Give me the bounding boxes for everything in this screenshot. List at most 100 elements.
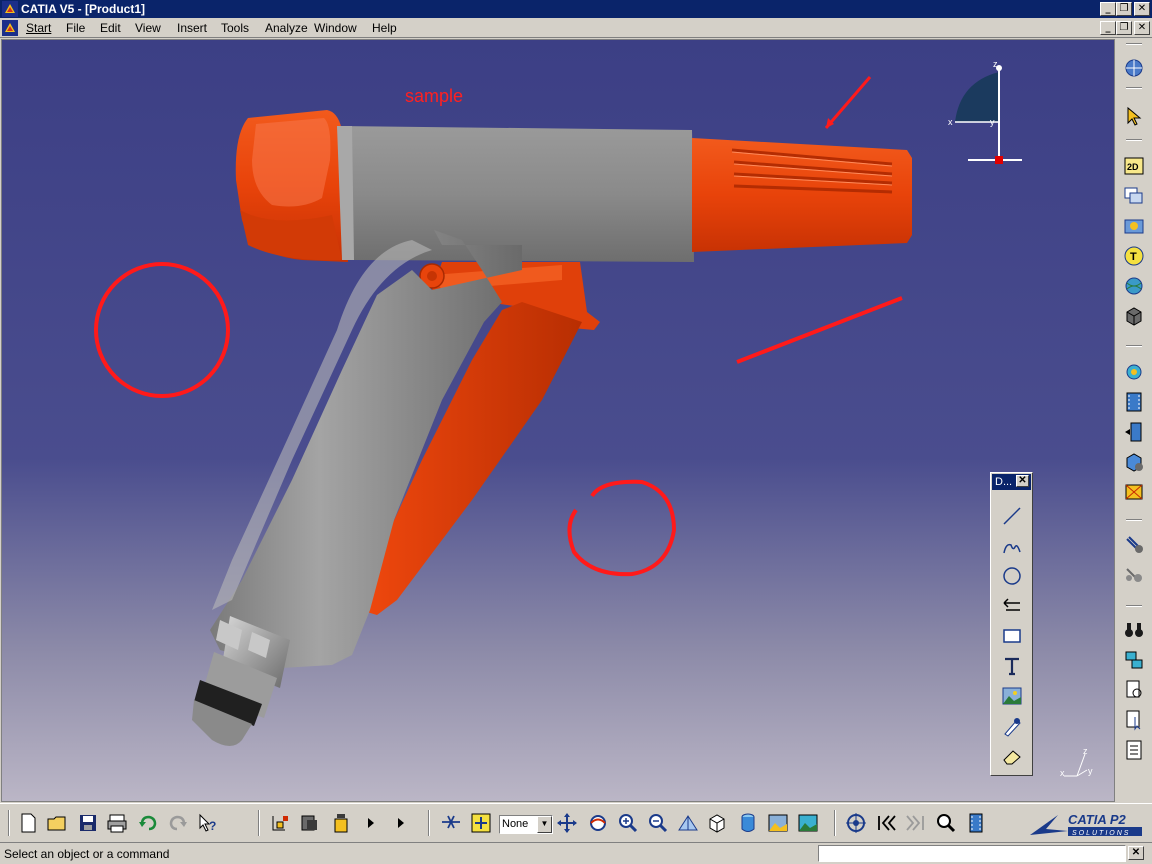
rear-cap[interactable] [235,110,348,262]
text-icon[interactable] [1001,655,1023,677]
menu-edit[interactable]: Edit [100,21,121,35]
fly-icon[interactable] [440,812,462,834]
search-icon[interactable] [935,812,957,834]
globe-icon[interactable] [1123,275,1145,297]
gear-sphere-icon[interactable] [1123,361,1145,383]
3d-scene: z x y z x y [94,59,1093,778]
film-clip-icon[interactable] [965,812,987,834]
menu-help[interactable]: Help [372,21,397,35]
pen-icon[interactable] [1001,715,1023,737]
drawing-toolbar[interactable]: D... ✕ [990,472,1033,776]
minimize-button[interactable]: _ [1100,2,1116,16]
film-icon[interactable] [1123,391,1145,413]
pan-icon[interactable] [556,812,578,834]
doc-close-button[interactable]: ✕ [1134,21,1150,35]
restore-button[interactable]: ❐ [1116,2,1132,16]
hide-show-icon[interactable] [767,812,789,834]
menu-bar: Start File Edit View Insert Tools Analyz… [0,18,1152,38]
toolbar-separator [834,810,836,836]
new-file-icon[interactable] [17,812,39,834]
whats-this-icon[interactable]: ? [197,812,219,834]
render-mode-select[interactable]: None ▼ [499,815,553,834]
play-icon[interactable] [360,812,382,834]
hose-connector[interactable] [192,616,290,746]
svg-text:2D: 2D [1127,162,1139,172]
open-folder-icon[interactable] [46,812,68,834]
menu-tools[interactable]: Tools [221,21,249,35]
save-icon[interactable] [77,812,99,834]
print-icon[interactable] [106,812,128,834]
play-next-icon[interactable] [390,812,412,834]
annotation-freehand[interactable] [567,479,677,577]
menu-analyze[interactable]: Analyze [265,21,308,35]
rotate-icon[interactable] [587,812,609,834]
doc-search-icon[interactable] [1123,679,1145,701]
barrel[interactable] [337,126,694,262]
shading-icon[interactable] [737,812,759,834]
freehand-icon[interactable] [1001,535,1023,557]
parts-icon[interactable] [299,812,321,834]
title-bar[interactable]: CATIA V5 - [Product1] _ ❐ ✕ [0,0,1152,18]
doc-pointer-icon[interactable] [1123,709,1145,731]
bolt-icon[interactable] [1123,533,1145,555]
product-icon[interactable] [269,812,291,834]
annotation-text[interactable]: sample [405,86,463,107]
redo-icon[interactable] [167,812,189,834]
rewind-icon[interactable] [875,812,897,834]
bolt-small-icon[interactable] [1123,563,1145,585]
explode-icon[interactable] [1123,481,1145,503]
undo-icon[interactable] [137,812,159,834]
toolbar-separator [1126,139,1142,141]
forward-icon[interactable] [905,812,927,834]
command-close-button[interactable]: ✕ [1128,846,1144,860]
image-icon[interactable] [1001,685,1023,707]
cube-icon[interactable] [1123,305,1145,327]
status-message: Select an object or a command [4,847,170,861]
close-button[interactable]: ✕ [1134,2,1150,16]
menu-insert[interactable]: Insert [177,21,207,35]
right-toolbar: 2D T [1116,39,1152,802]
circle-icon[interactable] [1001,565,1023,587]
normal-view-icon[interactable] [677,812,699,834]
status-bar: Select an object or a command ✕ [0,842,1152,864]
menu-window[interactable]: Window [314,21,357,35]
assembly-icon[interactable] [1123,649,1145,671]
capture-icon[interactable] [1123,215,1145,237]
annotation-line[interactable] [736,296,903,364]
annotation-circle[interactable] [94,262,230,398]
cube-color-icon[interactable] [1123,451,1145,473]
line-icon[interactable] [1001,505,1023,527]
binoculars-icon[interactable] [1123,619,1145,641]
menu-start[interactable]: Start [26,21,51,35]
chevron-down-icon[interactable]: ▼ [537,816,552,833]
iso-view-icon[interactable] [706,812,728,834]
select-arrow-icon[interactable] [1123,105,1145,127]
fit-all-icon[interactable] [470,812,492,834]
drawing-toolbar-close-button[interactable]: ✕ [1016,475,1029,487]
compass[interactable]: z x y [948,59,1022,164]
text-t-icon[interactable]: T [1123,245,1145,267]
rectangle-icon[interactable] [1001,625,1023,647]
bottle-icon[interactable] [330,812,352,834]
menu-view[interactable]: View [135,21,161,35]
arrow-icon[interactable] [1001,595,1023,617]
svg-text:CATIA P2: CATIA P2 [1068,812,1127,827]
command-input[interactable] [818,845,1126,862]
eraser-icon[interactable] [1001,745,1023,767]
doc-list-icon[interactable] [1123,739,1145,761]
film-sequence-icon[interactable] [1123,421,1145,443]
zoom-out-icon[interactable] [647,812,669,834]
doc-minimize-button[interactable]: _ [1100,21,1116,35]
document-icon[interactable] [2,20,18,36]
target-icon[interactable] [845,812,867,834]
annotation-arrow[interactable] [824,76,872,129]
compass-icon[interactable] [1123,57,1145,79]
menu-file[interactable]: File [66,21,85,35]
doc-restore-button[interactable]: ❐ [1116,21,1132,35]
windows-icon[interactable] [1123,185,1145,207]
zoom-in-icon[interactable] [617,812,639,834]
3d-viewport[interactable]: z x y z x y sample [1,39,1115,802]
swap-space-icon[interactable] [797,812,819,834]
2d-icon[interactable]: 2D [1123,155,1145,177]
nozzle[interactable] [692,138,912,252]
